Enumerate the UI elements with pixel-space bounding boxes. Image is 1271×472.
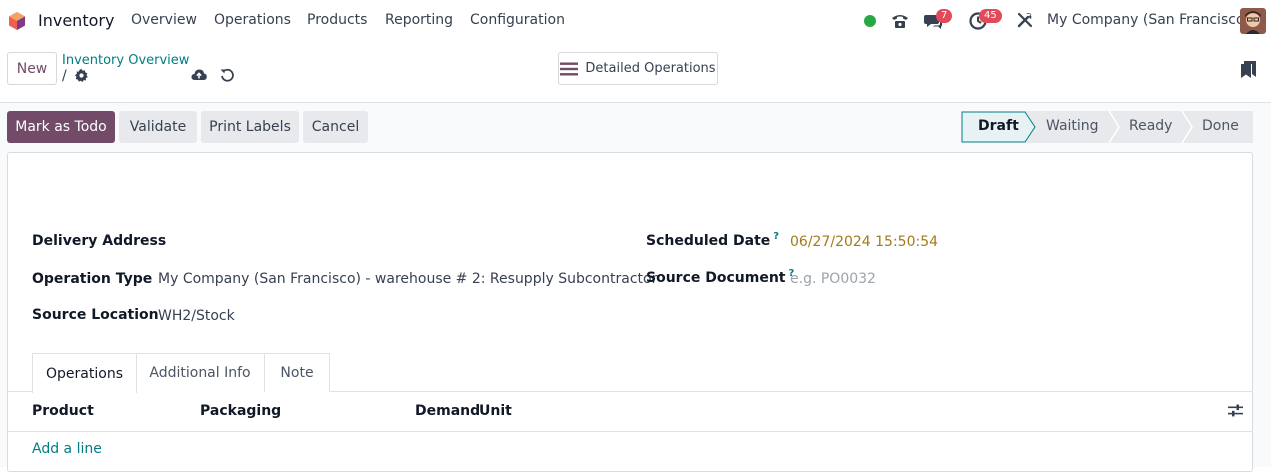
control-panel: New Inventory Overview / Detailed Operat… (0, 42, 1271, 103)
bookmark-icon[interactable] (1241, 61, 1256, 78)
validate-button[interactable]: Validate (119, 111, 197, 143)
delivery-address-label: Delivery Address (32, 233, 167, 249)
detailed-operations-button[interactable]: Detailed Operations (558, 52, 718, 85)
scheduled-date-help-icon[interactable]: ? (773, 231, 779, 242)
cancel-button[interactable]: Cancel (303, 111, 368, 143)
company-switcher[interactable]: My Company (San Francisco) (1047, 12, 1250, 28)
messages-count-badge: 7 (936, 9, 953, 23)
status-step-draft[interactable]: Draft (978, 118, 1019, 134)
optional-columns-toggle-icon[interactable] (1228, 404, 1243, 417)
inventory-app-icon[interactable] (7, 11, 27, 31)
scheduled-date-label-text: Scheduled Date (646, 233, 771, 249)
tab-additional-info[interactable]: Additional Info (136, 353, 265, 392)
menu-reporting[interactable]: Reporting (385, 12, 453, 28)
discard-undo-icon[interactable] (220, 68, 234, 82)
tab-note[interactable]: Note (264, 353, 330, 392)
list-bars-icon (560, 62, 579, 75)
status-step-ready[interactable]: Ready (1129, 118, 1172, 134)
detailed-operations-label: Detailed Operations (585, 61, 716, 76)
add-a-line-link[interactable]: Add a line (32, 441, 102, 457)
operation-type-label: Operation Type (32, 271, 153, 287)
app-name[interactable]: Inventory (38, 11, 114, 30)
table-header-divider (7, 431, 1253, 432)
save-cloud-icon[interactable] (191, 68, 207, 82)
source-location-field[interactable]: WH2/Stock (158, 308, 235, 324)
menu-operations[interactable]: Operations (214, 12, 291, 28)
operation-type-field[interactable]: My Company (San Francisco) - warehouse #… (158, 271, 657, 287)
scheduled-date-label: Scheduled Date? (646, 231, 779, 249)
column-demand[interactable]: Demand (415, 403, 480, 419)
menu-overview[interactable]: Overview (131, 12, 197, 28)
tools-icon[interactable] (1016, 11, 1034, 29)
source-document-label-text: Source Document (646, 270, 786, 286)
status-step-waiting[interactable]: Waiting (1046, 118, 1099, 134)
user-avatar[interactable] (1240, 8, 1266, 34)
source-document-label: Source Document? (646, 268, 794, 286)
breadcrumb-separator: / (62, 68, 67, 84)
top-navbar: Inventory Overview Operations Products R… (0, 0, 1271, 43)
menu-products[interactable]: Products (307, 12, 367, 28)
source-document-field[interactable]: e.g. PO0032 (790, 271, 876, 287)
gear-icon[interactable] (75, 69, 88, 82)
breadcrumb-inventory-overview[interactable]: Inventory Overview (62, 53, 189, 68)
column-unit[interactable]: Unit (479, 403, 512, 419)
activities-count-badge: 45 (979, 9, 1002, 23)
status-step-done[interactable]: Done (1202, 118, 1239, 134)
column-product[interactable]: Product (32, 403, 94, 419)
print-labels-button[interactable]: Print Labels (201, 111, 299, 143)
source-location-label: Source Location (32, 307, 159, 323)
status-bar: Draft Waiting Ready Done (961, 111, 1253, 143)
column-packaging[interactable]: Packaging (200, 403, 281, 419)
new-button[interactable]: New (7, 52, 57, 85)
phone-icon[interactable] (890, 11, 910, 31)
scheduled-date-field[interactable]: 06/27/2024 15:50:54 (790, 234, 938, 250)
menu-configuration[interactable]: Configuration (470, 12, 565, 28)
online-status-icon (864, 15, 876, 27)
tab-operations[interactable]: Operations (32, 353, 137, 393)
mark-as-todo-button[interactable]: Mark as Todo (7, 111, 115, 143)
